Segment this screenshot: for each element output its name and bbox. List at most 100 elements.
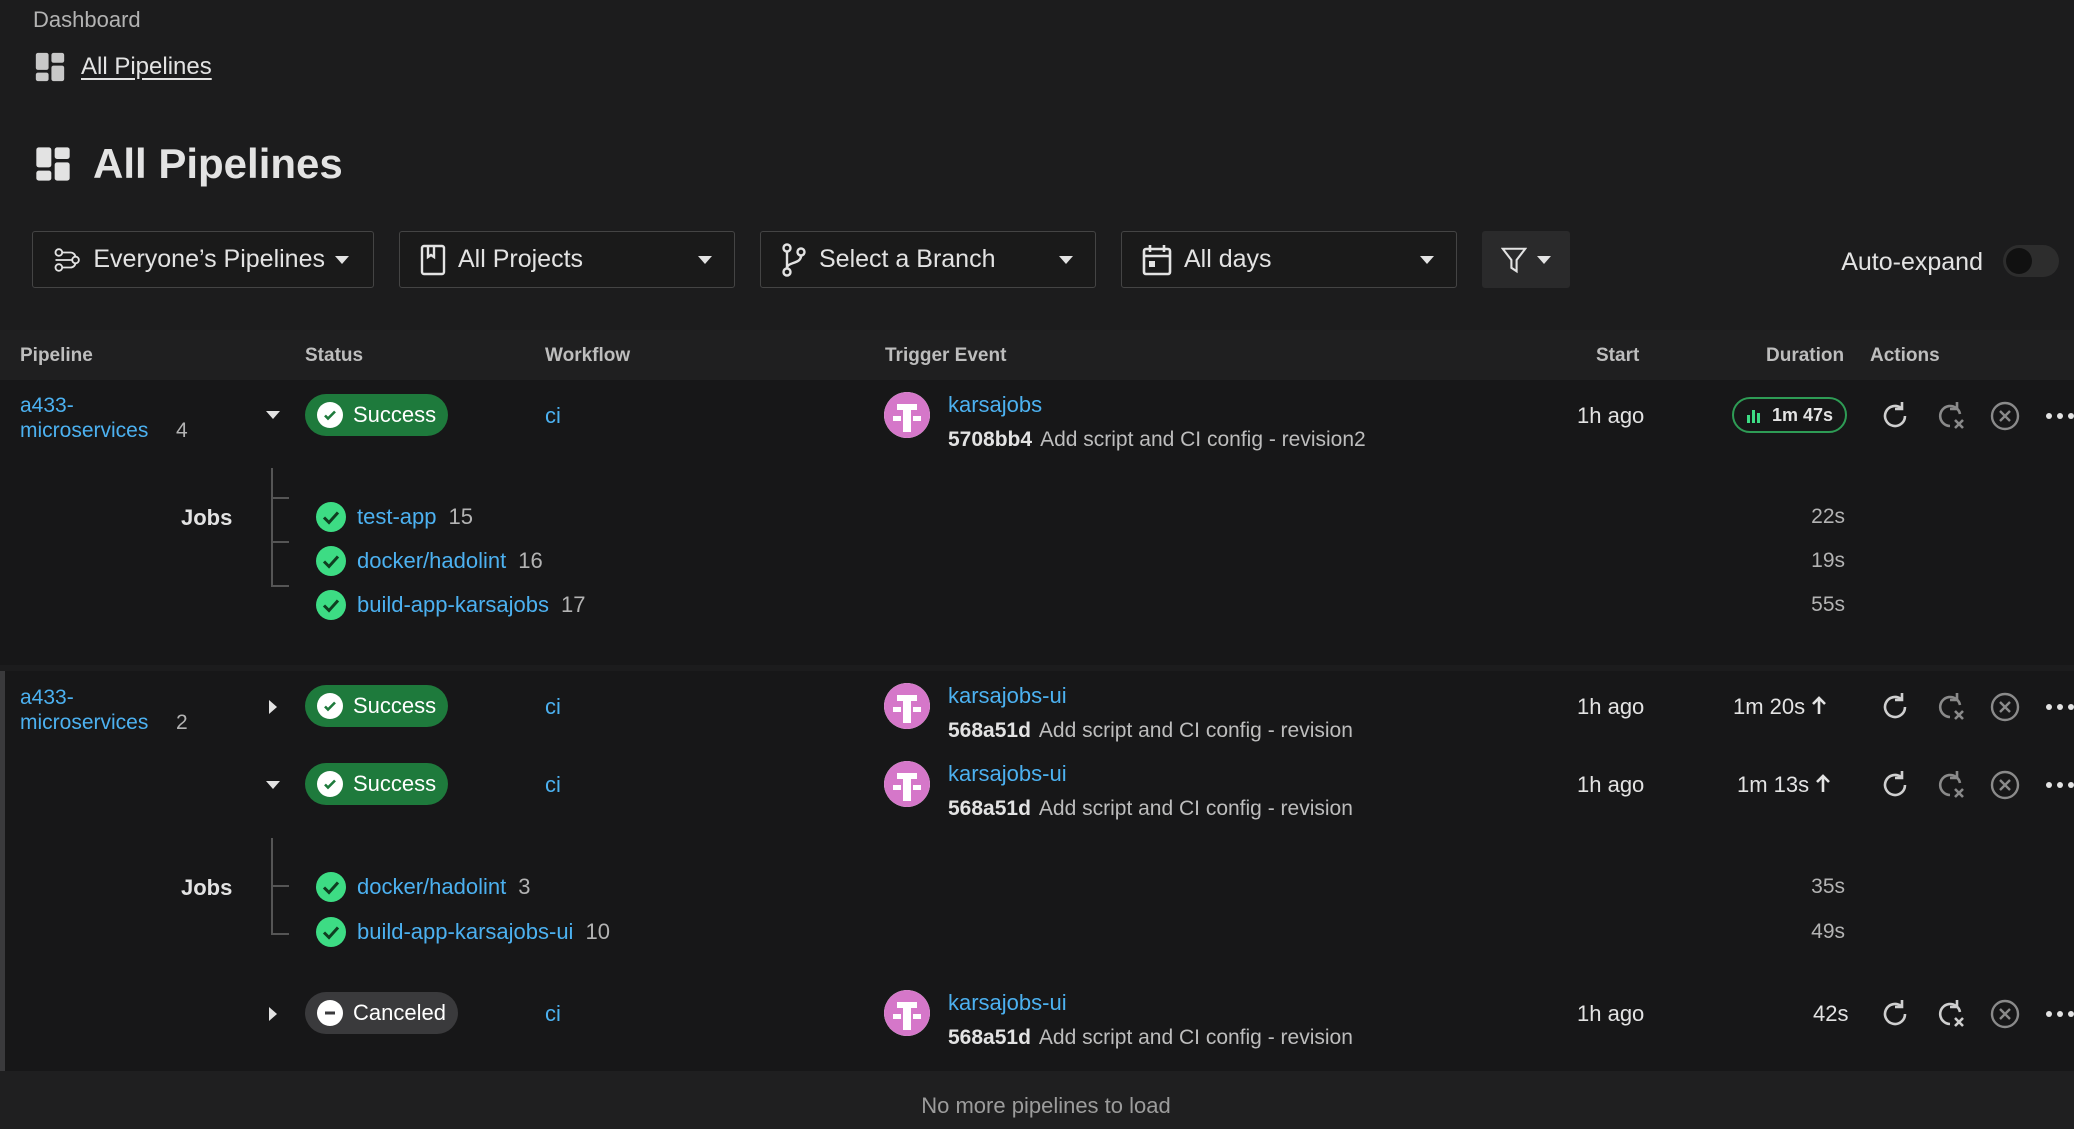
more-icon[interactable] (2044, 998, 2074, 1030)
workflow-link[interactable]: ci (545, 403, 561, 429)
pipeline-name[interactable]: a433-microservices 4 (20, 393, 188, 443)
commit-message: Add script and CI config - revision (1038, 1026, 1353, 1049)
duration-insight[interactable]: 1m 47s (1732, 397, 1848, 433)
projects-filter[interactable]: All Projects (399, 231, 735, 288)
check-circle-icon (316, 590, 346, 620)
duration: 42s (1813, 1001, 1849, 1026)
job-name[interactable]: docker/hadolint (357, 874, 506, 900)
bar-chart-icon (1747, 410, 1760, 423)
cancel-icon[interactable] (1989, 691, 2021, 723)
job-number: 16 (518, 548, 543, 573)
filter-icon (1501, 247, 1527, 273)
rerun-failed-icon[interactable] (1934, 400, 1966, 432)
rerun-icon[interactable] (1879, 400, 1911, 432)
job-row[interactable]: docker/hadolint 16 (315, 545, 543, 577)
chevron-right-icon[interactable] (264, 698, 282, 716)
job-tree-branch (271, 885, 289, 887)
jobs-label: Jobs (181, 875, 233, 900)
auto-expand-toggle[interactable] (2003, 245, 2059, 277)
workflow-link[interactable]: ci (545, 694, 561, 720)
branch-filter[interactable]: Select a Branch (760, 231, 1096, 288)
duration: 1m 20s (1733, 694, 1827, 720)
status-badge[interactable]: Canceled (305, 992, 458, 1034)
rerun-failed-icon[interactable] (1934, 769, 1966, 801)
workflow-link[interactable]: ci (545, 772, 561, 798)
trigger-user[interactable]: karsajobs (948, 392, 1042, 418)
commit-info[interactable]: 568a51d Add script and CI config - revisi… (948, 1026, 1353, 1050)
row-actions (1879, 400, 2074, 432)
row-actions (1879, 998, 2074, 1030)
chevron-down-icon[interactable] (264, 406, 282, 424)
status-badge[interactable]: Success (305, 685, 449, 727)
pipelines-icon (54, 247, 80, 272)
more-filters-button[interactable] (1482, 231, 1570, 288)
rerun-icon[interactable] (1879, 769, 1911, 801)
start-time: 1h ago (1577, 694, 1645, 719)
commit-info[interactable]: 5708bb4 Add script and CI config - revisi… (948, 428, 1366, 452)
job-name[interactable]: build-app-karsajobs-ui (357, 919, 573, 945)
pipeline-name[interactable]: a433-microservices 2 (20, 685, 188, 735)
dashboard-icon (36, 147, 70, 181)
row-actions (1879, 691, 2074, 723)
pipeline-project-link[interactable]: a433-microservices (20, 685, 170, 735)
arrow-up-icon (1812, 696, 1827, 714)
start-time: 1h ago (1577, 1001, 1645, 1026)
status-badge[interactable]: Success (305, 763, 449, 805)
check-circle-icon (316, 872, 346, 902)
calendar-icon (1142, 244, 1172, 275)
job-row[interactable]: test-app 15 (315, 501, 473, 533)
commit-message: Add script and CI config - revision (1038, 797, 1353, 820)
job-row[interactable]: docker/hadolint 3 (315, 871, 530, 903)
table-header: Pipeline Status Workflow Trigger Event S… (0, 330, 2074, 380)
auto-expand-label: Auto-expand (1841, 248, 1983, 276)
commit-sha: 568a51d (948, 797, 1031, 820)
branch-icon (782, 242, 806, 277)
cancel-icon[interactable] (1989, 769, 2021, 801)
more-icon[interactable] (2044, 691, 2074, 723)
job-name[interactable]: docker/hadolint (357, 548, 506, 574)
job-row[interactable]: build-app-karsajobs-ui 10 (315, 916, 610, 948)
job-name[interactable]: test-app (357, 504, 437, 530)
status-text: Success (353, 693, 437, 718)
trigger-user[interactable]: karsajobs-ui (948, 761, 1067, 787)
days-filter[interactable]: All days (1121, 231, 1457, 288)
workflow-link[interactable]: ci (545, 1001, 561, 1027)
commit-info[interactable]: 568a51d Add script and CI config - revisi… (948, 797, 1353, 821)
check-circle-icon (317, 402, 343, 428)
avatar (884, 683, 930, 729)
cancel-icon[interactable] (1989, 998, 2021, 1030)
job-number: 3 (518, 874, 531, 899)
minus-circle-icon (317, 1000, 343, 1026)
more-icon[interactable] (2044, 400, 2074, 432)
chevron-right-icon[interactable] (264, 1005, 282, 1023)
pipeline-project-link[interactable]: a433-microservices (20, 393, 170, 443)
pipelines-filter[interactable]: Everyone’s Pipelines (32, 231, 374, 288)
rerun-failed-icon[interactable] (1934, 691, 1966, 723)
pipeline-number: 2 (176, 711, 188, 734)
check-circle-icon (316, 546, 346, 576)
job-row[interactable]: build-app-karsajobs 17 (315, 589, 585, 621)
chevron-down-icon (698, 255, 712, 264)
days-filter-label: All days (1184, 245, 1272, 273)
cancel-icon[interactable] (1989, 400, 2021, 432)
status-badge[interactable]: Success (305, 394, 449, 436)
commit-info[interactable]: 568a51d Add script and CI config - revisi… (948, 719, 1353, 743)
breadcrumb-dashboard[interactable]: Dashboard (33, 7, 141, 33)
breadcrumb-all-pipelines[interactable]: All Pipelines (33, 50, 212, 84)
job-name[interactable]: build-app-karsajobs (357, 592, 549, 618)
check-circle-icon (317, 771, 343, 797)
rerun-failed-icon[interactable] (1934, 998, 1966, 1030)
job-number: 15 (448, 504, 473, 529)
job-number: 17 (561, 592, 586, 617)
trigger-user[interactable]: karsajobs-ui (948, 990, 1067, 1016)
rerun-icon[interactable] (1879, 998, 1911, 1030)
chevron-down-icon[interactable] (264, 776, 282, 794)
more-icon[interactable] (2044, 769, 2074, 801)
commit-message: Add script and CI config - revision (1038, 719, 1353, 742)
job-tree-branch (271, 933, 289, 935)
pipelines-filter-label: Everyone’s Pipelines (93, 245, 325, 273)
jobs-label: Jobs (181, 505, 233, 530)
trigger-user[interactable]: karsajobs-ui (948, 683, 1067, 709)
breadcrumb-label[interactable]: All Pipelines (81, 53, 212, 81)
rerun-icon[interactable] (1879, 691, 1911, 723)
